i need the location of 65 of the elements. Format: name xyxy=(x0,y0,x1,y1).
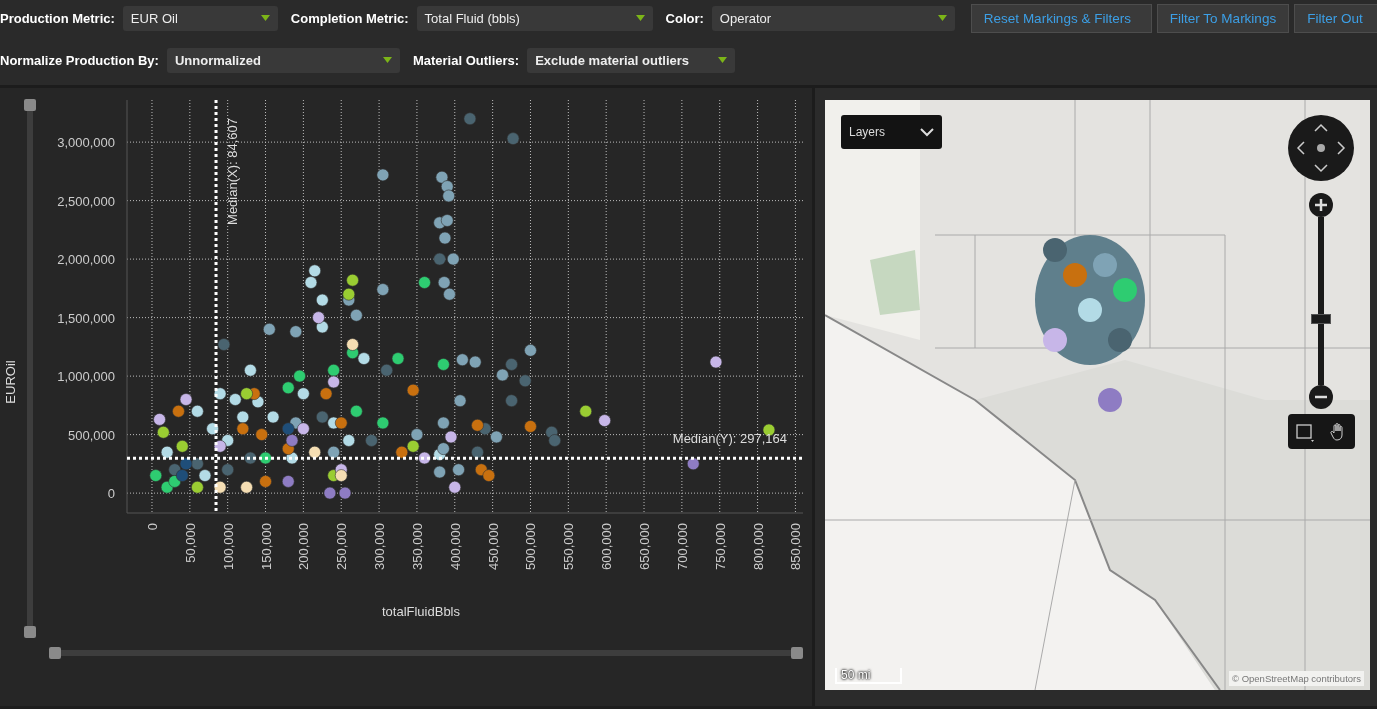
x-tick-label: 50,000 xyxy=(182,523,198,563)
scale-bar: 50 mi xyxy=(835,668,903,684)
caret-icon xyxy=(635,15,645,21)
x-tick-label: 750,000 xyxy=(712,523,728,570)
slider-handle[interactable] xyxy=(49,647,61,659)
y-axis-title: EUROil xyxy=(3,360,18,404)
x-tick-label: 0 xyxy=(145,523,160,531)
map-attribution: © OpenStreetMap contributors xyxy=(1229,671,1364,686)
x-tick-label: 450,000 xyxy=(485,523,501,570)
dropdown[interactable]: Total Fluid (bbls) xyxy=(416,5,653,31)
x-axis-title: totalFluidBbls xyxy=(382,604,460,619)
x-tick-label: 500,000 xyxy=(523,523,539,570)
slider-handle[interactable] xyxy=(791,647,803,659)
filter-label: Production Metric: xyxy=(0,10,115,26)
layers-dropdown[interactable]: Layers xyxy=(841,115,942,149)
rectangle-select-icon[interactable] xyxy=(1294,421,1315,442)
caret-icon xyxy=(382,57,392,63)
x-tick-label: 300,000 xyxy=(372,523,388,570)
y-tick-label: 1,000,000 xyxy=(57,369,115,385)
dropdown-value: Operator xyxy=(719,10,772,26)
dropdown[interactable]: Unnormalized xyxy=(166,47,400,73)
zoom-out-icon[interactable] xyxy=(1309,385,1333,409)
dropdown-value: Total Fluid (bbls) xyxy=(424,10,520,26)
y-tick-label: 500,000 xyxy=(68,427,115,443)
x-tick-label: 800,000 xyxy=(750,523,766,570)
x-tick-label: 550,000 xyxy=(561,523,577,570)
chevron-icon xyxy=(920,127,934,137)
x-tick-label: 100,000 xyxy=(220,523,236,570)
toolbar-button[interactable]: Filter To Markings xyxy=(1156,3,1290,33)
x-tick-label: 700,000 xyxy=(674,523,690,570)
median-label: Median(X): 84,607 xyxy=(225,118,241,225)
x-tick-label: 650,000 xyxy=(637,523,653,570)
toolbar-button[interactable]: Filter Out xyxy=(1294,3,1377,33)
caret-icon xyxy=(260,15,270,21)
y-tick-label: 2,000,000 xyxy=(57,252,115,268)
caret-icon xyxy=(937,15,947,21)
dropdown[interactable]: Exclude material outliers xyxy=(527,47,736,73)
dropdown[interactable]: Operator xyxy=(711,5,955,31)
filter-label: Completion Metric: xyxy=(290,10,409,26)
x-tick-label: 850,000 xyxy=(788,523,804,570)
slider-handle[interactable] xyxy=(24,626,36,638)
zoom-in-icon[interactable] xyxy=(1309,193,1333,217)
y-tick-label: 1,500,000 xyxy=(57,310,115,326)
pan-control-icon[interactable] xyxy=(1288,115,1354,181)
x-tick-label: 250,000 xyxy=(334,523,350,570)
caret-icon xyxy=(718,57,728,63)
filter-label: Normalize Production By: xyxy=(0,52,159,68)
median-label: Median(Y): 297,164 xyxy=(672,431,787,447)
dropdown[interactable]: EUR Oil xyxy=(122,5,278,31)
y-tick-label: 3,000,000 xyxy=(57,135,115,151)
slider-handle[interactable] xyxy=(24,99,36,111)
y-tick-label: 2,500,000 xyxy=(57,193,115,209)
filter-label: Material Outliers: xyxy=(412,52,520,68)
x-tick-label: 150,000 xyxy=(258,523,274,570)
dropdown-value: Unnormalized xyxy=(174,52,261,68)
x-tick-label: 200,000 xyxy=(296,523,312,570)
toolbar-button[interactable]: Reset Markings & Filters xyxy=(970,3,1152,33)
zoom-slider-thumb[interactable] xyxy=(1311,314,1331,325)
x-tick-label: 350,000 xyxy=(409,523,425,570)
dropdown-value: Exclude material outliers xyxy=(535,52,690,68)
filter-label: Color: xyxy=(665,10,704,26)
y-tick-label: 0 xyxy=(107,486,115,502)
x-tick-label: 600,000 xyxy=(599,523,615,570)
dropdown-value: EUR Oil xyxy=(130,10,178,26)
x-tick-label: 400,000 xyxy=(447,523,463,570)
